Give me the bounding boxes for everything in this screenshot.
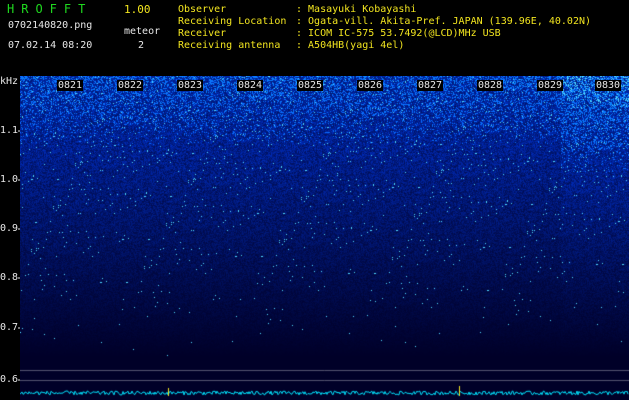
waterfall-spectrogram xyxy=(20,76,629,400)
location-label: Receiving Location xyxy=(178,16,287,27)
freq-label-0.9: 0.9 xyxy=(0,223,19,234)
receiver-label: Receiver xyxy=(178,28,227,39)
app-version: 1.00 xyxy=(124,3,151,16)
time-label-0825: 0825 xyxy=(297,80,324,91)
spectrogram-canvas xyxy=(20,76,629,400)
image-filename: 0702140820.png xyxy=(8,20,93,31)
capture-datetime: 07.02.14 08:20 xyxy=(8,40,93,51)
time-label-0826: 0826 xyxy=(357,80,384,91)
time-label-0823: 0823 xyxy=(177,80,204,91)
location-value: : Ogata-vill. Akita-Pref. JAPAN (139.96E… xyxy=(296,16,592,27)
time-label-0830: 0830 xyxy=(595,80,622,91)
time-label-0822: 0822 xyxy=(117,80,144,91)
antenna-value: : A504HB(yagi 4el) xyxy=(296,40,405,51)
meteor-count: 2 xyxy=(138,40,145,51)
antenna-label: Receiving antenna xyxy=(178,40,281,51)
time-label-0829: 0829 xyxy=(537,80,564,91)
frequency-unit: kHz xyxy=(0,76,19,87)
time-label-0828: 0828 xyxy=(477,80,504,91)
observer-label: Observer xyxy=(178,4,227,15)
time-label-0821: 0821 xyxy=(57,80,84,91)
freq-label-1.0: 1.0 xyxy=(0,174,19,185)
time-label-0824: 0824 xyxy=(237,80,264,91)
receiver-value: : ICOM IC-575 53.7492(@LCD)MHz USB xyxy=(296,28,501,39)
meteor-label: meteor xyxy=(124,26,161,37)
header-panel: HROFFT 1.00 0702140820.png 07.02.14 08:2… xyxy=(0,0,629,76)
freq-label-0.6: 0.6 xyxy=(0,374,19,385)
app-title: HROFFT xyxy=(7,2,93,16)
freq-label-0.7: 0.7 xyxy=(0,322,19,333)
freq-label-1.1: 1.1 xyxy=(0,125,19,136)
time-label-0827: 0827 xyxy=(417,80,444,91)
observer-value: : Masayuki Kobayashi xyxy=(296,4,417,15)
freq-label-0.8: 0.8 xyxy=(0,272,19,283)
